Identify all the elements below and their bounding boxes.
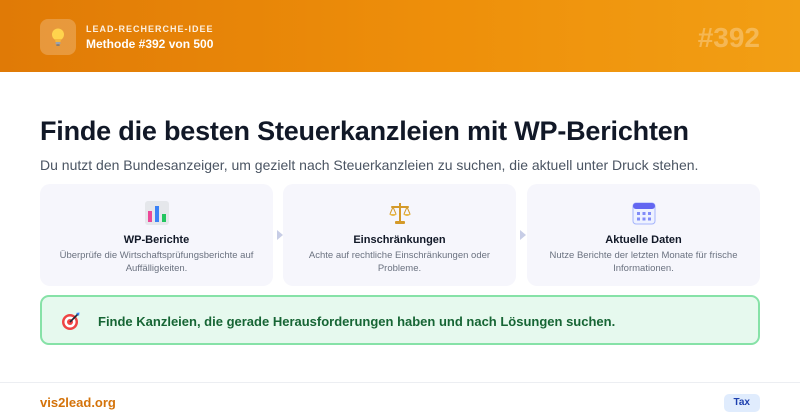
card-description: Nutze Berichte der letzten Monate für fr…: [549, 250, 738, 274]
eyebrow-label: LEAD-RECHERCHE-IDEE: [86, 24, 214, 34]
arrow-right-icon: [520, 230, 526, 240]
scales-icon: [388, 203, 411, 224]
page-subtitle: Du nutzt den Bundesanzeiger, um gezielt …: [40, 157, 699, 173]
card-description: Überprüfe die Wirtschaftsprüfungsbericht…: [59, 250, 254, 274]
calendar-icon: [632, 202, 655, 225]
method-number: #392: [697, 22, 760, 53]
page-title: Finde die besten Steuerkanzleien mit WP-…: [40, 116, 689, 146]
category-tag: Tax: [723, 394, 760, 412]
brand-link[interactable]: vis2lead.org: [40, 395, 116, 410]
bar-chart-icon: [144, 201, 169, 225]
header-banner: LEAD-RECHERCHE-IDEE Methode #392 von 500…: [0, 0, 800, 72]
callout-text: Finde Kanzleien, die gerade Herausforder…: [98, 314, 616, 329]
tip-callout: Finde Kanzleien, die gerade Herausforder…: [40, 295, 760, 345]
method-label: Methode #392 von 500: [86, 37, 214, 51]
feature-cards: WP-Berichte Überprüfe die Wirtschaftsprü…: [40, 184, 760, 286]
card-title: WP-Berichte: [123, 234, 190, 246]
card-title: Aktuelle Daten: [605, 234, 682, 246]
card-einschraenkungen: Einschränkungen Achte auf rechtliche Ein…: [283, 184, 516, 286]
footer: vis2lead.org Tax: [0, 382, 800, 420]
card-aktuelle-daten: Aktuelle Daten Nutze Berichte der letzte…: [527, 184, 760, 286]
lightbulb-icon: [52, 28, 64, 46]
card-description: Achte auf rechtliche Einschränkungen ode…: [308, 250, 491, 274]
logo-box: [40, 19, 76, 55]
card-wp-berichte: WP-Berichte Überprüfe die Wirtschaftsprü…: [40, 184, 273, 286]
card-title: Einschränkungen: [353, 234, 446, 246]
target-icon: [62, 312, 80, 330]
